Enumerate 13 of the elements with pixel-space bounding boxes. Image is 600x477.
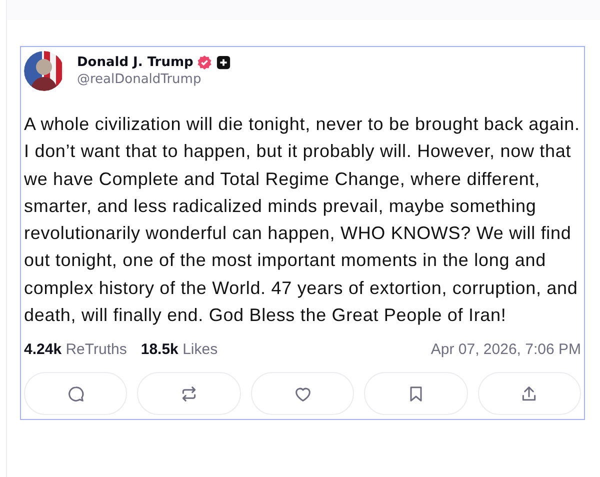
author-handle: @realDonaldTrump [77,72,202,87]
author-name[interactable]: Donald J. Trump [77,55,194,70]
avatar[interactable] [24,51,64,91]
stat-count[interactable]: 18.5k Likes [140,341,218,358]
plus-icon [216,55,232,70]
stat-count[interactable]: 4.24k ReTruths [24,341,127,358]
bookmark-button[interactable] [364,372,468,416]
timestamp: Apr 07, 2026, 7:06 PM [430,341,581,358]
share-button[interactable] [478,372,582,416]
speech-bubble-icon [66,384,86,404]
retruth-button[interactable] [137,372,241,416]
reply-button[interactable] [24,372,128,416]
post-text: A whole civilization will die tonight, never to be brought back again. I don’t want that to happen, but it probably will. However, now that we have Complete and Total Regime Change, where different, smarter, and less radicalized minds prevail, maybe something revolutionarily wonderful can happen, WHO KNOWS? We will find out tonight, one of the most important moments in the long and complex history of the World. 47 years of extortion, corruption, and death, will finally end. God Bless the Great People of Iran! [24,113,581,328]
